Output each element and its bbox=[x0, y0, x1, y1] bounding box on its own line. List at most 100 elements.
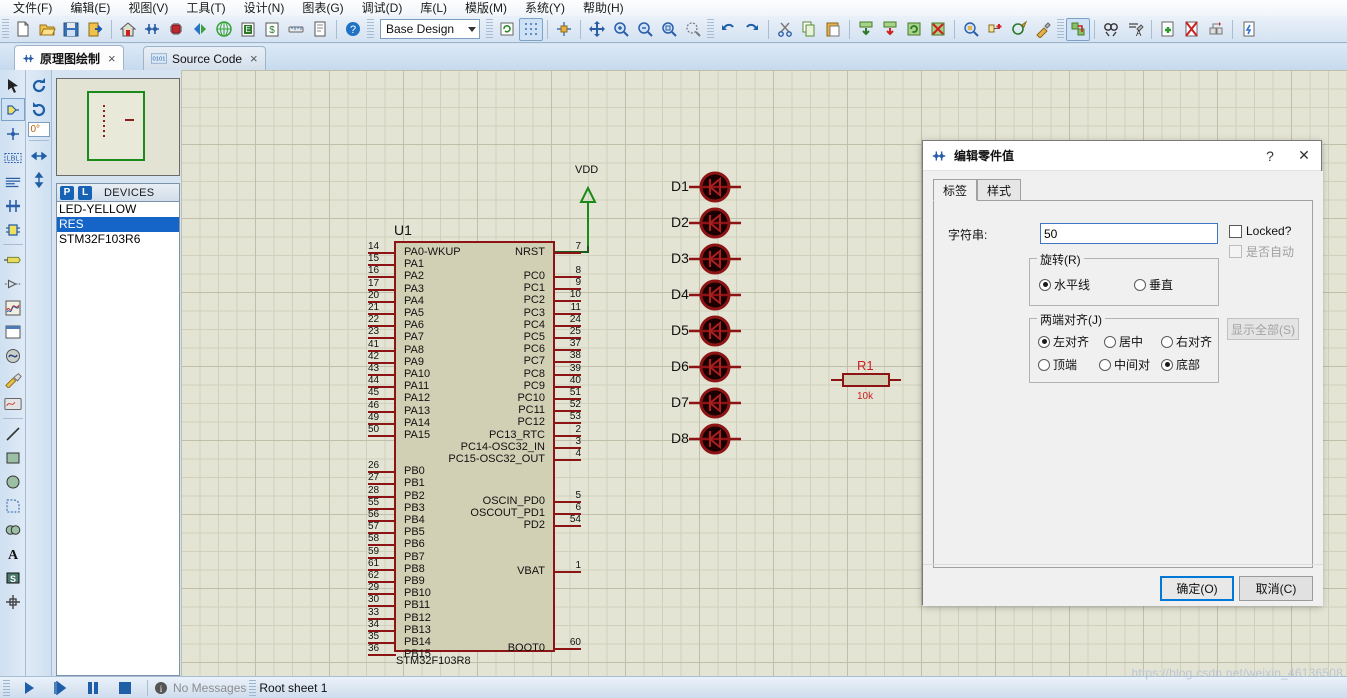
open-folder-icon[interactable] bbox=[35, 18, 59, 41]
led-symbol[interactable] bbox=[689, 350, 741, 384]
toolbar-grip[interactable] bbox=[2, 18, 9, 40]
path-icon[interactable] bbox=[1, 518, 25, 541]
status-grip[interactable] bbox=[3, 679, 10, 696]
search-tag-icon[interactable] bbox=[1099, 18, 1123, 41]
radio-left-align[interactable]: 左对齐 bbox=[1038, 333, 1089, 350]
help-icon[interactable]: ? bbox=[341, 18, 365, 41]
grid-toggle-icon[interactable] bbox=[519, 17, 543, 41]
menu-item-5[interactable]: 图表(G) bbox=[293, 0, 352, 16]
radio-horizontal[interactable]: 水平线 bbox=[1039, 276, 1090, 293]
component-mode-icon[interactable] bbox=[0, 98, 25, 121]
current-probe-icon[interactable] bbox=[1, 392, 25, 415]
pick-device-button[interactable]: P bbox=[60, 185, 74, 200]
radio-vertical[interactable]: 垂直 bbox=[1134, 276, 1173, 293]
radio-top-align[interactable]: 顶端 bbox=[1038, 356, 1077, 373]
block-move-icon[interactable] bbox=[878, 18, 902, 41]
tab-style[interactable]: 样式 bbox=[977, 179, 1022, 201]
radio-right-align[interactable]: 右对齐 bbox=[1161, 333, 1212, 350]
dialog-title-bar[interactable]: 编辑零件值 ? ✕ bbox=[923, 141, 1321, 171]
circle-icon[interactable] bbox=[1, 470, 25, 493]
schematic-icon[interactable] bbox=[140, 18, 164, 41]
led-symbol[interactable] bbox=[689, 242, 741, 276]
bus-icon[interactable] bbox=[1, 194, 25, 217]
led-symbol[interactable] bbox=[689, 170, 741, 204]
text-icon[interactable]: A bbox=[1, 542, 25, 565]
line-icon[interactable] bbox=[1, 422, 25, 445]
menu-item-7[interactable]: 库(L) bbox=[411, 0, 456, 16]
marker-icon[interactable] bbox=[1, 590, 25, 613]
step-icon[interactable] bbox=[45, 678, 77, 698]
tab-source-code[interactable]: 0101 Source Code × bbox=[143, 46, 266, 70]
text-script-icon[interactable] bbox=[1, 170, 25, 193]
home-icon[interactable] bbox=[116, 18, 140, 41]
rotate-cw-icon[interactable] bbox=[27, 74, 51, 97]
generator-icon[interactable] bbox=[1, 344, 25, 367]
radio-middle-align[interactable]: 中间对 bbox=[1099, 356, 1150, 373]
menu-item-9[interactable]: 系统(Y) bbox=[516, 0, 574, 16]
resistor-r1[interactable] bbox=[831, 370, 901, 390]
zoom-out-icon[interactable] bbox=[633, 18, 657, 41]
decompose-icon[interactable] bbox=[1031, 18, 1055, 41]
cancel-button[interactable]: 取消(C) bbox=[1239, 576, 1313, 601]
toolbar-grip[interactable] bbox=[367, 18, 374, 40]
remove-sheet-icon[interactable] bbox=[1180, 18, 1204, 41]
radio-bottom-align[interactable]: 底部 bbox=[1161, 356, 1200, 373]
packaging-tool-icon[interactable] bbox=[1007, 18, 1031, 41]
pick-device-icon[interactable] bbox=[959, 18, 983, 41]
new-file-icon[interactable] bbox=[11, 18, 35, 41]
list-item[interactable]: LED-YELLOW bbox=[57, 202, 179, 217]
symbol-icon[interactable]: S bbox=[1, 566, 25, 589]
cut-icon[interactable] bbox=[773, 18, 797, 41]
zoom-all-icon[interactable] bbox=[657, 18, 681, 41]
netlist-icon[interactable]: E bbox=[236, 18, 260, 41]
device-pin-icon[interactable] bbox=[1, 272, 25, 295]
message-area[interactable]: i No Messages bbox=[154, 681, 246, 695]
bill-of-materials-icon[interactable] bbox=[1237, 18, 1261, 41]
save-icon[interactable] bbox=[59, 18, 83, 41]
led-symbol[interactable] bbox=[689, 386, 741, 420]
list-item[interactable]: RES bbox=[57, 217, 179, 232]
menu-item-8[interactable]: 模版(M) bbox=[456, 0, 516, 16]
pan-icon[interactable] bbox=[585, 18, 609, 41]
junction-dot-icon[interactable] bbox=[1, 122, 25, 145]
menu-item-1[interactable]: 编辑(E) bbox=[61, 0, 119, 16]
rotate-ccw-icon[interactable] bbox=[27, 98, 51, 121]
tape-recorder-icon[interactable] bbox=[1, 320, 25, 343]
menu-item-10[interactable]: 帮助(H) bbox=[574, 0, 633, 16]
make-device-icon[interactable] bbox=[983, 18, 1007, 41]
tab-source-code-close-icon[interactable]: × bbox=[250, 51, 258, 66]
terminal-icon[interactable] bbox=[1, 248, 25, 271]
status-grip[interactable] bbox=[249, 679, 257, 696]
selection-icon[interactable] bbox=[1, 74, 25, 97]
led-symbol[interactable] bbox=[689, 206, 741, 240]
paste-icon[interactable] bbox=[821, 18, 845, 41]
box-icon[interactable] bbox=[1, 446, 25, 469]
block-delete-icon[interactable] bbox=[926, 18, 950, 41]
bill-icon[interactable]: $ bbox=[260, 18, 284, 41]
devices-list[interactable]: LED-YELLOW RES STM32F103R6 bbox=[56, 202, 180, 676]
led-symbol[interactable] bbox=[689, 278, 741, 312]
menu-item-0[interactable]: 文件(F) bbox=[4, 0, 61, 16]
show-all-button[interactable]: 显示全部(S) bbox=[1227, 318, 1299, 340]
dialog-help-button[interactable]: ? bbox=[1253, 141, 1287, 170]
menu-item-6[interactable]: 调试(D) bbox=[353, 0, 412, 16]
led-symbol[interactable] bbox=[689, 314, 741, 348]
wire-autorouter-icon[interactable] bbox=[1066, 17, 1090, 41]
redo-icon[interactable] bbox=[740, 18, 764, 41]
tab-label[interactable]: 标签 bbox=[933, 179, 978, 201]
menu-item-4[interactable]: 设计(N) bbox=[235, 0, 294, 16]
toolbar-grip[interactable] bbox=[1057, 18, 1064, 40]
chip-body-u1[interactable]: PA0-WKUP 14 PA1 15 PA2 16 PA3 17 PA4 20 PA5 21 PA6 22… bbox=[368, 241, 581, 660]
toolbar-grip[interactable] bbox=[486, 18, 493, 40]
zoom-area-icon[interactable] bbox=[681, 18, 705, 41]
pcb-chip-icon[interactable] bbox=[164, 18, 188, 41]
graph-icon[interactable] bbox=[1, 296, 25, 319]
tab-schematic[interactable]: 原理图绘制 × bbox=[14, 45, 124, 70]
report-icon[interactable] bbox=[308, 18, 332, 41]
arc-icon[interactable] bbox=[1, 494, 25, 517]
voltage-probe-icon[interactable] bbox=[1, 368, 25, 391]
pause-icon[interactable] bbox=[77, 678, 109, 698]
wire-label-icon[interactable]: LBL bbox=[1, 146, 25, 169]
tab-schematic-close-icon[interactable]: × bbox=[108, 51, 116, 66]
3d-view-icon[interactable] bbox=[188, 18, 212, 41]
